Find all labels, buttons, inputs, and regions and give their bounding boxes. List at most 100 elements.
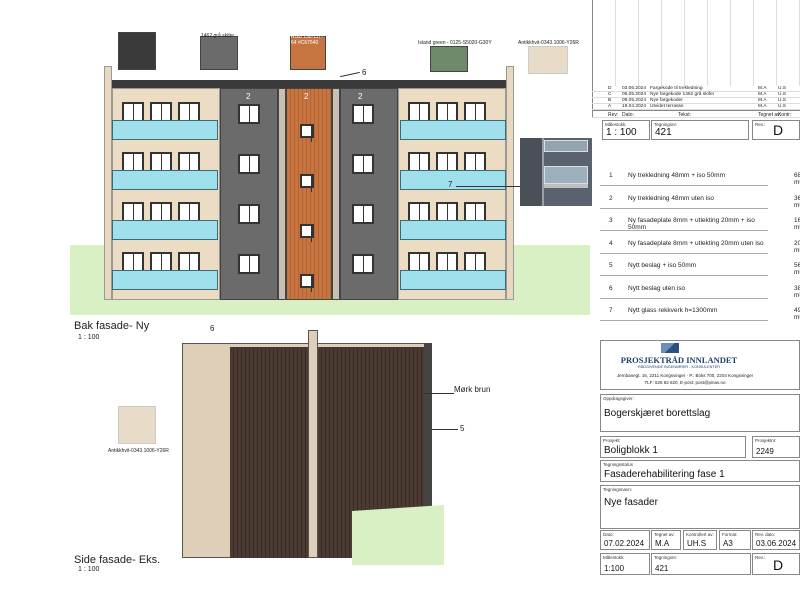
window	[436, 152, 458, 172]
window	[436, 252, 458, 272]
schedule-number: 7	[609, 307, 613, 314]
window	[464, 252, 486, 272]
schedule-description: Ny trekledning 48mm + iso 50mm	[628, 172, 725, 179]
revision-cell: 03.06.2024	[622, 86, 647, 91]
swatch-orange-label: RGB 198-117-64 #C67540	[291, 34, 323, 46]
window	[352, 204, 374, 224]
checked-cell: Kontrollert av: UH.S	[683, 530, 717, 550]
revdate-cap: Rev. dato:	[755, 532, 776, 537]
date-value: 07.02.2024	[604, 539, 645, 548]
callout-5-line	[432, 429, 458, 430]
callout-7: 7	[448, 180, 453, 189]
top-scale-cell: Målestokk: 1 : 100	[602, 120, 650, 140]
side-swatch-label: Antikkhvit-0343.1006-Y26R	[108, 448, 169, 454]
revision-cell: M.A	[758, 92, 767, 97]
schedule-row: 7 Nytt glass rekkverk h=1300mm 49 m²	[600, 299, 800, 321]
projnr-cap: Prosjektnr:	[755, 438, 777, 443]
schedule-row: 3 Ny fasadeplate 8mm + utlekting 20mm + i…	[600, 209, 800, 231]
rev-cell: Rev.: D	[752, 553, 800, 575]
swatch-antique	[528, 46, 568, 74]
side-swatch-antique	[118, 406, 156, 444]
top-scale-value: 1 : 100	[606, 127, 637, 138]
window	[122, 252, 144, 272]
side-elevation-scale: 1 : 100	[78, 566, 100, 573]
swatch-antique-label: Antikkhvit-0343.1006-Y26R	[518, 40, 579, 46]
window	[122, 102, 144, 122]
revdate-cell: Rev. dato: 03.06.2024	[752, 530, 800, 550]
revision-cell: M.A	[758, 104, 767, 109]
schedule-area: 56 m²	[794, 262, 800, 276]
callout-6-line	[340, 71, 360, 78]
window	[300, 174, 314, 192]
panel-marker: 2	[304, 92, 309, 101]
window	[178, 102, 200, 122]
glass-railing	[400, 270, 506, 290]
window	[238, 154, 260, 174]
window	[178, 152, 200, 172]
schedule-number: 6	[609, 284, 613, 292]
window	[464, 102, 486, 122]
rev-header-text: Tekst:	[678, 112, 692, 118]
balcony-photo	[520, 138, 592, 206]
projnr-value: 2249	[756, 447, 774, 456]
window	[352, 104, 374, 124]
company-block: PROSJEKTRÅD INNLANDET RÅDGIVENDE INGENIØ…	[600, 340, 800, 390]
window	[150, 152, 172, 172]
revision-cell: 08.05.2024	[622, 98, 647, 103]
revision-cell: D	[608, 86, 612, 91]
top-drawing-cell: Tegningsnr: 421	[651, 120, 749, 140]
schedule-number: 3	[609, 217, 613, 224]
window	[300, 124, 314, 142]
revision-cell: A	[608, 104, 612, 109]
swatch-dark	[118, 32, 156, 70]
brown-label: Mørk brun	[454, 385, 491, 394]
status-value: Fasaderehabilitering fase 1	[604, 469, 725, 480]
side-elevation-title: Side fasade- Eks.	[74, 554, 161, 566]
schedule-description: Nytt glass rekkverk h=1300mm	[628, 307, 718, 314]
schedule-area: 20 m²	[794, 239, 800, 254]
project-cap: Prosjekt:	[603, 438, 621, 443]
window	[238, 104, 260, 124]
building-rear: 2 2 2	[104, 66, 514, 302]
status-cap: Tegningsstatus	[603, 462, 634, 467]
photo-glass-2	[544, 140, 588, 152]
drawnr-cell: Tegningsnr: 421	[651, 553, 751, 575]
window	[122, 202, 144, 222]
window	[352, 154, 374, 174]
drawnr-cap: Tegningsnr:	[654, 555, 678, 560]
swatch-grey-label: 1462 grå skifer	[201, 33, 235, 39]
format-cap: Format:	[722, 532, 738, 537]
date-cap: Dato:	[603, 532, 614, 537]
rev-header-row: Rev: Dato: Tekst: Tegnet av: Kontr:	[592, 110, 800, 118]
schedule-row: 6 Nytt beslag uten iso 38 m²	[600, 277, 800, 299]
panel-marker: 2	[358, 92, 363, 101]
company-contact: TLF: 628 82 820, E-post: post@pinas.no	[644, 380, 726, 385]
schedule-number: 5	[609, 262, 613, 269]
schedule-description: Ny fasadeplate 8mm + utlekting 20mm uten…	[628, 239, 764, 247]
revision-cell: M.A	[758, 98, 767, 103]
window	[408, 252, 430, 272]
revision-cell: B	[608, 98, 612, 103]
schedule-description: Nytt beslag uten iso	[628, 284, 686, 292]
photo-glass	[544, 166, 588, 184]
schedule-number: 2	[609, 194, 613, 202]
callout-6-rear: 6	[362, 68, 367, 77]
callout-6-side: 6	[210, 324, 215, 333]
title-cap: Tegningsnavn:	[603, 487, 633, 492]
balcony-rows: 2 2 2	[104, 80, 514, 302]
schedule-number: 1	[609, 172, 613, 179]
window	[464, 152, 486, 172]
schedule-description: Ny fasadeplate 8mm + utlekting 20mm + is…	[628, 217, 755, 231]
scale-cap: Målestokk:	[603, 555, 625, 560]
side-ground	[352, 505, 444, 565]
rev-cap: Rev.:	[755, 555, 766, 560]
window	[408, 102, 430, 122]
revision-cell: 19.04.2024	[622, 104, 647, 109]
schedule-row: 4 Ny fasadeplate 8mm + utlekting 20mm ute…	[600, 232, 800, 254]
revision-cell: Nye fargekode 1462 grå skifer	[650, 92, 715, 97]
window	[408, 152, 430, 172]
rev-grid	[593, 0, 800, 86]
window	[150, 202, 172, 222]
window	[122, 152, 144, 172]
top-rev-cell: Rev.: D	[752, 120, 800, 140]
